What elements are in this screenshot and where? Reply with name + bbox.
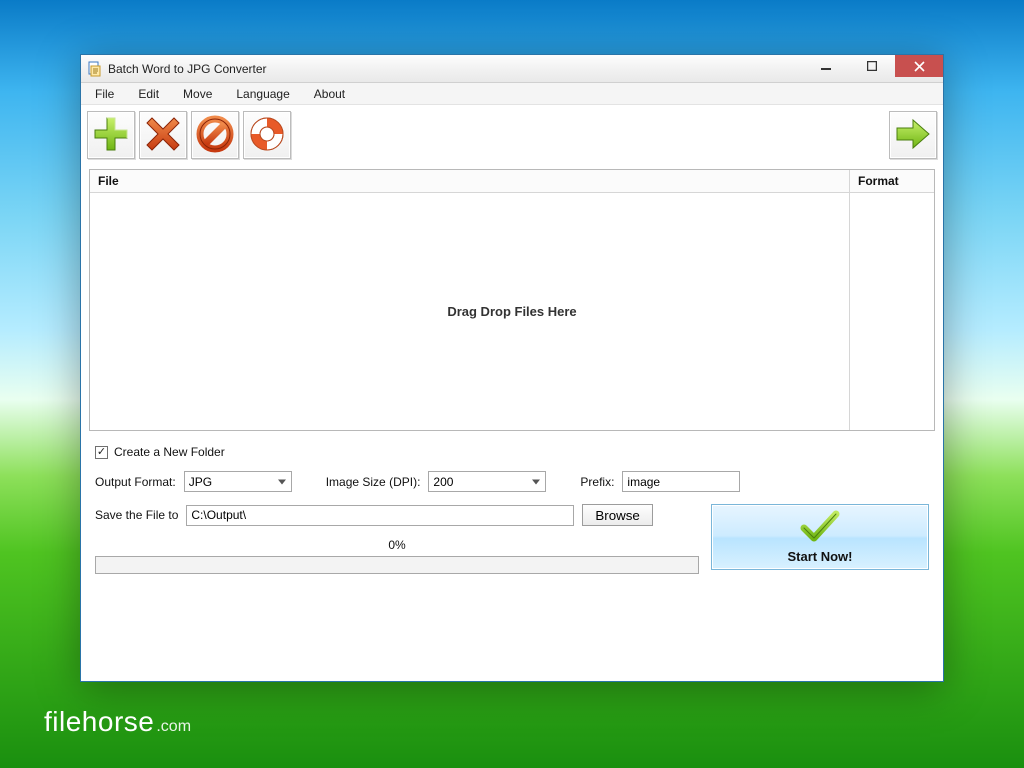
minimize-button[interactable]	[803, 55, 849, 77]
menu-move[interactable]: Move	[173, 85, 222, 103]
prefix-label: Prefix:	[580, 475, 614, 489]
titlebar[interactable]: Batch Word to JPG Converter	[81, 55, 943, 83]
window-title: Batch Word to JPG Converter	[108, 62, 267, 76]
drag-drop-hint: Drag Drop Files Here	[447, 304, 576, 319]
check-icon: ✓	[95, 446, 108, 459]
progress-percent: 0%	[95, 538, 699, 552]
app-window: Batch Word to JPG Converter File Edit Mo…	[80, 54, 944, 682]
add-button[interactable]	[87, 111, 135, 159]
menubar: File Edit Move Language About	[81, 83, 943, 105]
prefix-input[interactable]	[622, 471, 740, 492]
maximize-button[interactable]	[849, 55, 895, 77]
arrow-right-icon	[893, 115, 933, 156]
file-list-body[interactable]: Drag Drop Files Here	[90, 193, 934, 430]
lifebuoy-icon	[248, 115, 286, 156]
menu-about[interactable]: About	[304, 85, 355, 103]
next-button[interactable]	[889, 111, 937, 159]
image-size-select[interactable]: 200	[428, 471, 546, 492]
plus-icon	[92, 115, 130, 156]
watermark-brand: filehorse	[44, 706, 154, 738]
menu-file[interactable]: File	[85, 85, 124, 103]
options-panel: ✓ Create a New Folder Output Format: JPG…	[89, 431, 935, 574]
menu-language[interactable]: Language	[226, 85, 299, 103]
column-divider	[849, 193, 850, 430]
column-file[interactable]: File	[90, 170, 850, 192]
start-button[interactable]: Start Now!	[711, 504, 929, 570]
checkmark-icon	[800, 510, 840, 547]
menu-edit[interactable]: Edit	[128, 85, 169, 103]
clear-button[interactable]	[191, 111, 239, 159]
close-button[interactable]	[895, 55, 943, 77]
help-button[interactable]	[243, 111, 291, 159]
start-button-label: Start Now!	[788, 549, 853, 564]
save-path-input[interactable]	[186, 505, 574, 526]
toolbar	[81, 105, 943, 169]
output-format-select[interactable]: JPG	[184, 471, 292, 492]
output-format-label: Output Format:	[95, 475, 176, 489]
image-size-label: Image Size (DPI):	[326, 475, 421, 489]
save-to-label: Save the File to	[95, 508, 178, 522]
content-area: File Format Drag Drop Files Here ✓ Creat…	[81, 169, 943, 681]
forbidden-icon	[196, 115, 234, 156]
progress-bar	[95, 556, 699, 574]
x-icon	[144, 115, 182, 156]
create-folder-checkbox[interactable]: ✓ Create a New Folder	[95, 445, 225, 459]
remove-button[interactable]	[139, 111, 187, 159]
create-folder-label: Create a New Folder	[114, 445, 225, 459]
app-icon	[87, 61, 103, 77]
window-controls	[803, 55, 943, 77]
watermark-tld: .com	[156, 718, 191, 736]
file-list-header: File Format	[90, 170, 934, 193]
column-format[interactable]: Format	[850, 170, 934, 192]
watermark: filehorse .com	[44, 706, 191, 738]
browse-button[interactable]: Browse	[582, 504, 652, 526]
file-list[interactable]: File Format Drag Drop Files Here	[89, 169, 935, 431]
